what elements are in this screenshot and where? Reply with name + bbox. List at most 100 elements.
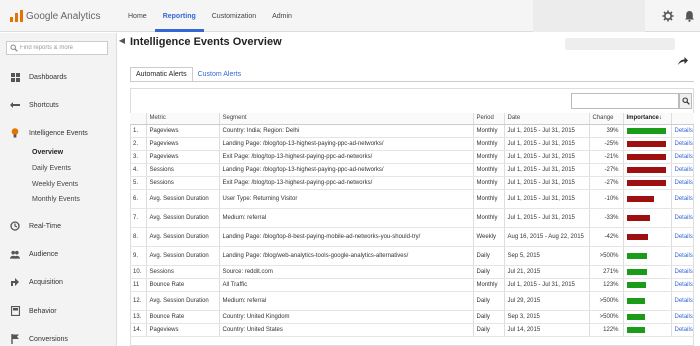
date-cell: Jul 1, 2015 - Jul 31, 2015 (503, 208, 589, 228)
segment-cell: Country: United Kingdom (218, 310, 473, 324)
importance-bar (626, 233, 648, 240)
table-row[interactable]: 7. Avg. Session Duration Medium: referral M… (130, 208, 694, 228)
details-link[interactable]: Details (670, 310, 694, 324)
nav-reporting[interactable]: Reporting (154, 0, 204, 32)
sidebar-item-intelligence-events[interactable]: Intelligence Events (0, 125, 117, 141)
sidebar-item-dashboards[interactable]: Dashboards (0, 69, 117, 85)
details-link[interactable]: Details (670, 150, 694, 164)
search-input[interactable] (20, 45, 106, 51)
behavior-icon (10, 306, 20, 316)
date-cell: Sep 3, 2015 (503, 310, 589, 324)
column-header-segment[interactable]: Segment (218, 113, 473, 125)
table-row[interactable]: 1. Pageviews Country: India; Region: Delhi… (130, 124, 694, 138)
segment-cell: Source: reddit.com (218, 265, 473, 279)
table-row[interactable]: 9. Avg. Session Duration Landing Page: /bl… (130, 246, 694, 266)
row-number: 8. (130, 227, 146, 247)
sidebar-item-acquisition[interactable]: Acquisition (0, 274, 117, 290)
analytics-logo-icon (10, 10, 23, 22)
nav-home[interactable]: Home (120, 0, 155, 32)
date-cell: Jul 29, 2015 (503, 291, 589, 311)
table-row[interactable]: 8. Avg. Session Duration Landing Page: /bl… (130, 227, 694, 247)
sidebar-item-behavior[interactable]: Behavior (0, 303, 117, 319)
importance-bar (626, 268, 647, 275)
account-selector[interactable] (533, 0, 645, 32)
importance-cell (622, 310, 671, 324)
sidebar-search[interactable] (6, 41, 108, 55)
segment-cell: Landing Page: /blog/top-13-highest-payin… (218, 137, 473, 151)
sidebar-subitem-weekly-events[interactable]: Weekly Events (32, 181, 78, 188)
tab-automatic-alerts[interactable]: Automatic Alerts (130, 67, 193, 82)
table-row[interactable]: 13. Bounce Rate Country: United Kingdom Dai… (130, 310, 694, 324)
importance-cell (622, 323, 671, 337)
column-header-date[interactable]: Date (503, 113, 589, 125)
table-row[interactable]: 3. Pageviews Exit Page: /blog/top-13-highe… (130, 150, 694, 164)
segment-cell: Medium: referral (218, 208, 473, 228)
column-header-importance[interactable]: Importance↓ (622, 113, 671, 125)
column-header-period[interactable]: Period (472, 113, 504, 125)
sidebar-item-label: Real-Time (29, 222, 62, 230)
details-link[interactable]: Details (670, 227, 694, 247)
period-cell: Monthly (472, 278, 504, 292)
gear-icon[interactable] (662, 10, 674, 22)
row-number: 12. (130, 291, 146, 311)
sidebar-item-real-time[interactable]: Real-Time (0, 218, 117, 234)
importance-cell (622, 265, 671, 279)
metric-cell: Avg. Session Duration (145, 208, 219, 228)
table-row[interactable]: 2. Pageviews Landing Page: /blog/top-13-hi… (130, 137, 694, 151)
change-cell: -25% (588, 137, 623, 151)
table-search-button[interactable] (679, 93, 692, 109)
details-link[interactable]: Details (670, 189, 694, 209)
table-search-input[interactable] (571, 93, 679, 109)
importance-cell (622, 227, 671, 247)
details-link[interactable]: Details (670, 291, 694, 311)
sidebar-item-label: Audience (29, 250, 59, 258)
segment-cell: Exit Page: /blog/top-13-highest-paying-p… (218, 150, 473, 164)
details-link[interactable]: Details (670, 208, 694, 228)
column-header-change[interactable]: Change (588, 113, 623, 125)
sidebar-item-label: Behavior (29, 307, 57, 315)
table-row[interactable]: 10. Sessions Source: reddit.com Daily Jul 21… (130, 265, 694, 279)
metric-cell: Pageviews (145, 137, 219, 151)
details-link[interactable]: Details (670, 163, 694, 177)
sidebar-item-conversions[interactable]: Conversions (0, 331, 117, 346)
table-row[interactable]: 5. Sessions Exit Page: /blog/top-13-highes… (130, 176, 694, 190)
google-analytics-logo[interactable]: Google Analytics (10, 9, 101, 23)
change-cell: -21% (588, 150, 623, 164)
importance-bar (626, 252, 647, 259)
sidebar-collapse-chevron-icon[interactable]: ◀ (117, 36, 127, 45)
sidebar-item-audience[interactable]: Audience (0, 246, 117, 262)
table-row[interactable]: 14. Pageviews Country: United States Daily J… (130, 323, 694, 337)
table-row[interactable]: 12. Avg. Session Duration Medium: referral… (130, 291, 694, 311)
details-link[interactable]: Details (670, 265, 694, 279)
table-row[interactable]: 11 Bounce Rate All Traffic Monthly Jul 1, 20… (130, 278, 694, 292)
metric-cell: Avg. Session Duration (145, 227, 219, 247)
share-icon[interactable] (678, 57, 688, 65)
sidebar-subitem-daily-events[interactable]: Daily Events (32, 165, 71, 172)
metric-cell: Bounce Rate (145, 278, 219, 292)
table-row[interactable]: 6. Avg. Session Duration User Type: Return… (130, 189, 694, 209)
sidebar-subitem-monthly-events[interactable]: Monthly Events (32, 196, 80, 203)
sidebar-item-shortcuts[interactable]: Shortcuts (0, 97, 117, 113)
change-cell: -27% (588, 176, 623, 190)
notifications-bell-icon[interactable] (684, 10, 695, 22)
intelligence-events-icon (10, 128, 20, 138)
row-number: 4. (130, 163, 146, 177)
importance-cell (622, 208, 671, 228)
details-link[interactable]: Details (670, 323, 694, 337)
tab-custom-alerts[interactable]: Custom Alerts (193, 67, 247, 82)
details-link[interactable]: Details (670, 278, 694, 292)
details-link[interactable]: Details (670, 137, 694, 151)
sidebar-subitem-overview[interactable]: Overview (32, 149, 63, 156)
column-header-metric[interactable]: Metric (145, 113, 219, 125)
details-link[interactable]: Details (670, 176, 694, 190)
top-bar: Google Analytics Home Reporting Customiz… (0, 0, 700, 32)
details-link[interactable]: Details (670, 124, 694, 138)
nav-admin[interactable]: Admin (264, 0, 300, 32)
period-cell: Daily (472, 291, 504, 311)
table-row[interactable]: 4. Sessions Landing Page: /blog/top-13-hig… (130, 163, 694, 177)
details-link[interactable]: Details (670, 246, 694, 266)
nav-customization[interactable]: Customization (204, 0, 264, 32)
row-number: 6. (130, 189, 146, 209)
change-cell: 122% (588, 323, 623, 337)
importance-cell (622, 124, 671, 138)
